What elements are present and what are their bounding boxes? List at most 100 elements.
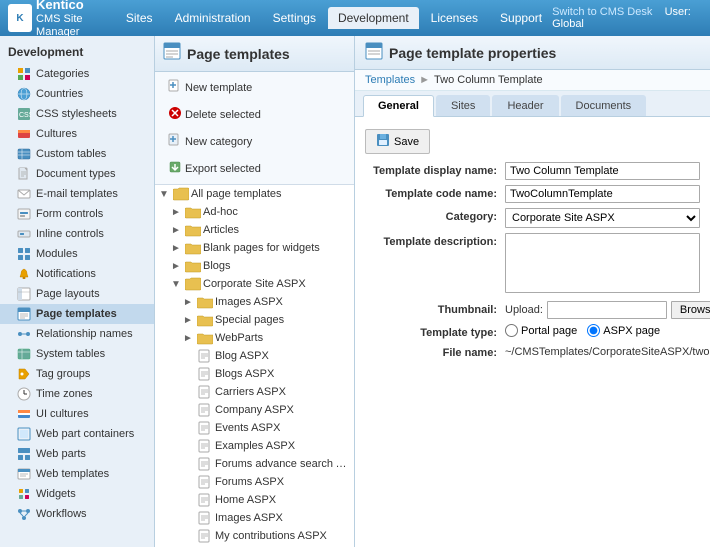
tree-label-adhoc: Ad-hoc [203, 206, 238, 218]
nav-development[interactable]: Development [328, 7, 419, 29]
delete-selected-button[interactable]: Delete selected [161, 103, 268, 126]
category-select[interactable]: Corporate Site ASPX [505, 208, 700, 228]
tree-item-my-contributions[interactable]: My contributions ASPX [155, 527, 354, 545]
description-label: Template description: [365, 233, 505, 248]
sidebar-item-form-controls[interactable]: Form controls [0, 204, 154, 224]
sidebar-item-page-layouts[interactable]: Page layouts [0, 284, 154, 304]
right-panel: Page template properties Templates ► Two… [355, 36, 710, 547]
tree-item-forums-aspx[interactable]: Forums ASPX [155, 473, 354, 491]
save-button[interactable]: Save [365, 129, 430, 154]
tree-item-images-aspx2[interactable]: Images ASPX [155, 509, 354, 527]
tree-item-company-aspx[interactable]: Company ASPX [155, 401, 354, 419]
sidebar-item-countries[interactable]: Countries [0, 84, 154, 104]
description-textarea[interactable] [505, 233, 700, 293]
sidebar-item-tag-groups[interactable]: Tag groups [0, 364, 154, 384]
sidebar-item-document-types[interactable]: Document types [0, 164, 154, 184]
upload-row: Upload: Browse... [505, 301, 710, 319]
portal-page-option[interactable]: Portal page [505, 324, 577, 337]
new-template-button[interactable]: New template [161, 76, 259, 99]
tree-item-forums-advance[interactable]: Forums advance search AS [155, 455, 354, 473]
sidebar-item-page-templates[interactable]: Page templates [0, 304, 154, 324]
right-panel-icon [365, 42, 383, 63]
breadcrumb-link[interactable]: Templates [365, 74, 415, 86]
switch-cms-desk-link[interactable]: Switch to CMS Desk [552, 6, 652, 18]
carriers-expander [183, 387, 195, 398]
ui-cultures-icon [16, 406, 32, 422]
breadcrumb-separator: ► [419, 74, 430, 86]
top-nav: Sites Administration Settings Developmen… [116, 7, 552, 29]
new-category-button[interactable]: New category [161, 130, 259, 153]
sidebar-item-system-tables[interactable]: System tables [0, 344, 154, 364]
sidebar-label-workflows: Workflows [36, 508, 87, 520]
template-type-field: Portal page ASPX page [505, 324, 700, 337]
adhoc-folder-icon [185, 205, 201, 219]
tree-root[interactable]: ▼ All page templates [155, 185, 354, 203]
tree-item-events-aspx[interactable]: Events ASPX [155, 419, 354, 437]
nav-licenses[interactable]: Licenses [421, 7, 488, 29]
relationship-names-icon [16, 326, 32, 342]
sidebar-item-inline-controls[interactable]: Inline controls [0, 224, 154, 244]
sidebar-item-notifications[interactable]: Notifications [0, 264, 154, 284]
breadcrumb: Templates ► Two Column Template [355, 70, 710, 91]
sidebar-item-email-templates[interactable]: E-mail templates [0, 184, 154, 204]
nav-support[interactable]: Support [490, 7, 552, 29]
tree-item-adhoc[interactable]: ► Ad-hoc [155, 203, 354, 221]
tree-item-corporate-site[interactable]: ▼ Corporate Site ASPX [155, 275, 354, 293]
css-icon: CSS [16, 106, 32, 122]
sidebar-item-css[interactable]: CSS CSS stylesheets [0, 104, 154, 124]
sidebar-label-notifications: Notifications [36, 268, 96, 280]
tree-item-blogs-aspx[interactable]: Blogs ASPX [155, 365, 354, 383]
sidebar-item-web-part-containers[interactable]: Web part containers [0, 424, 154, 444]
code-name-row: Template code name: [365, 185, 700, 203]
tree-item-blog-aspx[interactable]: Blog ASPX [155, 347, 354, 365]
breadcrumb-current: Two Column Template [434, 74, 543, 86]
tree-item-examples-aspx[interactable]: Examples ASPX [155, 437, 354, 455]
tab-general[interactable]: General [363, 95, 434, 117]
portal-radio[interactable] [505, 324, 518, 337]
sidebar-item-web-templates[interactable]: Web templates [0, 464, 154, 484]
tree-item-blogs[interactable]: ► Blogs [155, 257, 354, 275]
tree-item-blank-widgets[interactable]: ► Blank pages for widgets [155, 239, 354, 257]
sidebar-label-widgets: Widgets [36, 488, 76, 500]
display-name-input[interactable] [505, 162, 700, 180]
tree-item-articles[interactable]: ► Articles [155, 221, 354, 239]
sidebar-item-widgets[interactable]: Widgets [0, 484, 154, 504]
sidebar-item-cultures[interactable]: Cultures [0, 124, 154, 144]
sidebar-item-workflows[interactable]: Workflows [0, 504, 154, 524]
sidebar-label-categories: Categories [36, 68, 89, 80]
tab-documents[interactable]: Documents [561, 95, 647, 116]
sidebar-item-ui-cultures[interactable]: UI cultures [0, 404, 154, 424]
widgets-icon [16, 486, 32, 502]
tab-header[interactable]: Header [492, 95, 558, 116]
logo-cms: Kentico [36, 0, 116, 13]
sidebar-label-custom-tables: Custom tables [36, 148, 106, 160]
sidebar-item-custom-tables[interactable]: Custom tables [0, 144, 154, 164]
tree-item-webparts[interactable]: ► WebParts [155, 329, 354, 347]
aspx-page-option[interactable]: ASPX page [587, 324, 660, 337]
main-layout: Development Categories Countries CSS CSS… [0, 36, 710, 547]
code-name-input[interactable] [505, 185, 700, 203]
sidebar-item-web-parts[interactable]: Web parts [0, 444, 154, 464]
nav-administration[interactable]: Administration [165, 7, 261, 29]
tab-sites[interactable]: Sites [436, 95, 490, 116]
workflows-icon [16, 506, 32, 522]
sidebar-item-modules[interactable]: Modules [0, 244, 154, 264]
email-templates-icon [16, 186, 32, 202]
nav-settings[interactable]: Settings [263, 7, 326, 29]
tree-item-carriers-aspx[interactable]: Carriers ASPX [155, 383, 354, 401]
upload-input[interactable] [547, 301, 667, 319]
tree-label-images: Images ASPX [215, 296, 283, 308]
tree-item-special-pages[interactable]: ► Special pages [155, 311, 354, 329]
sidebar-item-relationship-names[interactable]: Relationship names [0, 324, 154, 344]
export-selected-button[interactable]: Export selected [161, 157, 268, 180]
nav-sites[interactable]: Sites [116, 7, 163, 29]
tree-item-images-aspx[interactable]: ► Images ASPX [155, 293, 354, 311]
sidebar-item-categories[interactable]: Categories [0, 64, 154, 84]
sidebar-item-time-zones[interactable]: Time zones [0, 384, 154, 404]
tree-item-home-aspx[interactable]: Home ASPX [155, 491, 354, 509]
web-part-containers-icon [16, 426, 32, 442]
tree-label-blank: Blank pages for widgets [203, 242, 320, 254]
browse-button[interactable]: Browse... [671, 301, 710, 319]
images2-file-icon [197, 511, 213, 525]
aspx-radio[interactable] [587, 324, 600, 337]
